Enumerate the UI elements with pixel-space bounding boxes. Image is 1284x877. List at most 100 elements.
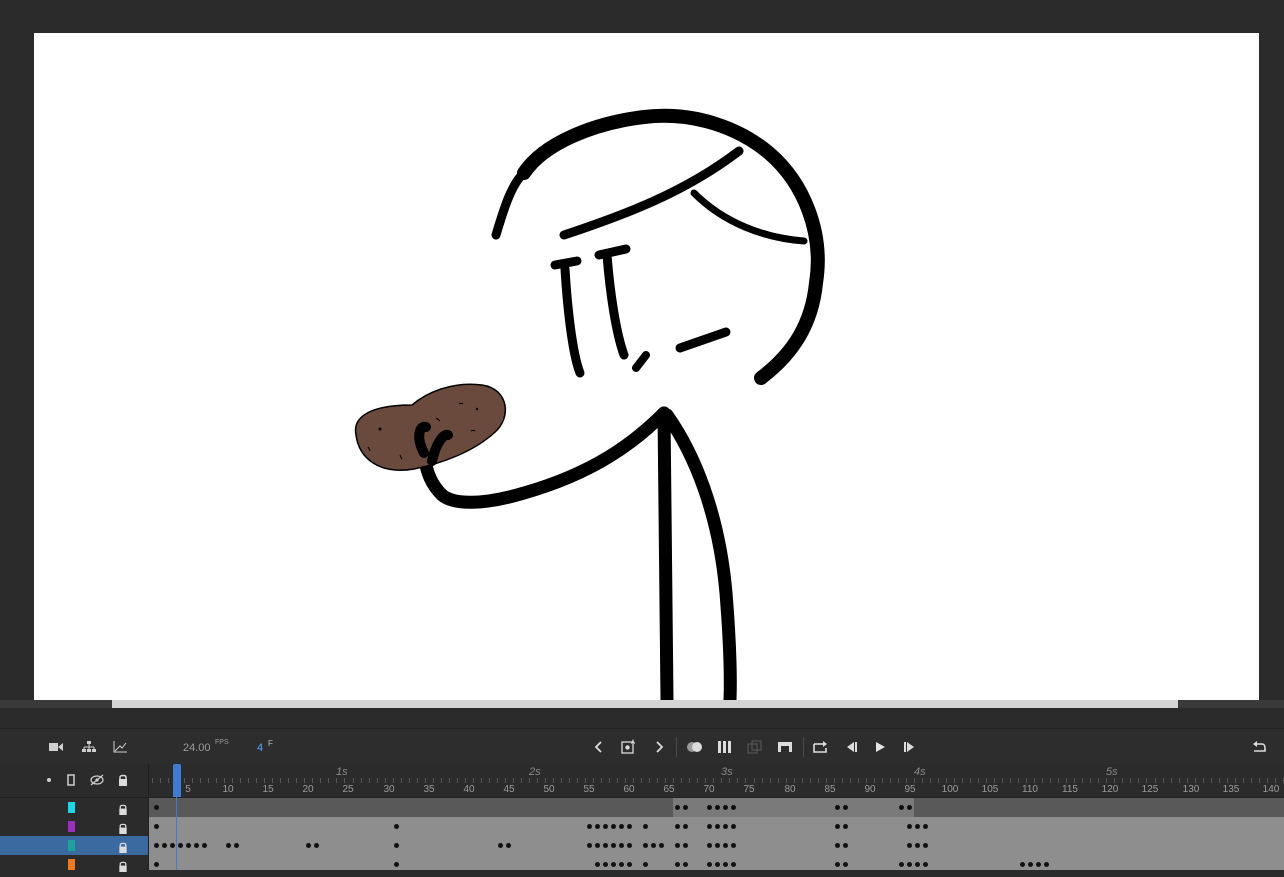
keyframe-dot[interactable] <box>731 862 736 867</box>
keyframe-dot[interactable] <box>843 805 848 810</box>
lock-icon[interactable] <box>118 802 128 815</box>
keyframe-dot[interactable] <box>226 843 231 848</box>
keyframe-dot[interactable] <box>186 843 191 848</box>
keyframe-dot[interactable] <box>611 862 616 867</box>
keyframe-dot[interactable] <box>715 805 720 810</box>
timeline-frames-area[interactable]: 5 10 15 20 25 30 35 40 45 50 55 60 65 70 75 80 85 90 95 100… <box>149 764 1284 870</box>
play-icon[interactable] <box>871 738 889 756</box>
keyframe-dot[interactable] <box>162 843 167 848</box>
lock-all-layers-icon[interactable] <box>116 773 130 787</box>
keyframe-dot[interactable] <box>595 862 600 867</box>
undo-icon[interactable] <box>1250 738 1268 756</box>
keyframe-dot[interactable] <box>915 824 920 829</box>
keyframe-dot[interactable] <box>603 843 608 848</box>
scrollbar-thumb[interactable] <box>112 700 1178 708</box>
keyframe-dot[interactable] <box>683 805 688 810</box>
hide-all-layers-icon[interactable] <box>90 773 104 787</box>
keyframe-dot[interactable] <box>907 843 912 848</box>
lock-icon[interactable] <box>118 859 128 872</box>
keyframe-dot[interactable] <box>923 843 928 848</box>
layer-track[interactable] <box>149 798 1284 818</box>
onion-skin-outline-icon[interactable] <box>716 738 734 756</box>
layer-color-swatch[interactable] <box>68 859 75 870</box>
stage-canvas[interactable] <box>34 33 1259 700</box>
keyframe-dot[interactable] <box>683 824 688 829</box>
current-frame-value[interactable]: 4 <box>257 742 263 754</box>
keyframe-dot[interactable] <box>715 862 720 867</box>
keyframe-dot[interactable] <box>731 805 736 810</box>
keyframe-dot[interactable] <box>731 843 736 848</box>
layer-track[interactable] <box>149 855 1284 870</box>
layer-row[interactable] <box>0 836 148 855</box>
keyframe-dot[interactable] <box>234 843 239 848</box>
keyframe-dot[interactable] <box>723 843 728 848</box>
graph-icon[interactable] <box>111 738 129 756</box>
keyframe-dot[interactable] <box>723 805 728 810</box>
keyframe-dot[interactable] <box>202 843 207 848</box>
camera-icon[interactable] <box>47 738 65 756</box>
keyframe-dot[interactable] <box>843 843 848 848</box>
insert-keyframe-icon[interactable]: A <box>620 738 638 756</box>
keyframe-dot[interactable] <box>619 843 624 848</box>
keyframe-dot[interactable] <box>154 843 159 848</box>
layer-track[interactable] <box>149 836 1284 856</box>
keyframe-dot[interactable] <box>707 862 712 867</box>
stage-horizontal-scrollbar[interactable] <box>0 700 1284 708</box>
keyframe-dot[interactable] <box>731 824 736 829</box>
layer-row[interactable] <box>0 798 148 817</box>
frame-range-icon[interactable] <box>776 738 794 756</box>
keyframe-dot[interactable] <box>659 843 664 848</box>
keyframe-dot[interactable] <box>394 862 399 867</box>
layer-color-swatch[interactable] <box>68 821 75 832</box>
keyframe-dot[interactable] <box>314 843 319 848</box>
layer-parenting-icon[interactable] <box>80 738 98 756</box>
keyframe-dot[interactable] <box>675 843 680 848</box>
keyframe-dot[interactable] <box>915 843 920 848</box>
prev-keyframe-icon[interactable] <box>590 738 608 756</box>
layer-track[interactable] <box>149 817 1284 837</box>
keyframe-dot[interactable] <box>907 824 912 829</box>
keyframe-dot[interactable] <box>506 843 511 848</box>
keyframe-dot[interactable] <box>1028 862 1033 867</box>
keyframe-dot[interactable] <box>675 862 680 867</box>
keyframe-dot[interactable] <box>835 843 840 848</box>
keyframe-dot[interactable] <box>178 843 183 848</box>
keyframe-dot[interactable] <box>627 824 632 829</box>
keyframe-dot[interactable] <box>923 824 928 829</box>
keyframe-dot[interactable] <box>707 843 712 848</box>
keyframe-dot[interactable] <box>170 843 175 848</box>
keyframe-dot[interactable] <box>715 824 720 829</box>
keyframe-dot[interactable] <box>907 805 912 810</box>
edit-multiple-frames-icon[interactable] <box>746 738 764 756</box>
layer-row[interactable] <box>0 817 148 836</box>
keyframe-dot[interactable] <box>923 862 928 867</box>
keyframe-dot[interactable] <box>915 862 920 867</box>
keyframe-dot[interactable] <box>651 843 656 848</box>
next-keyframe-icon[interactable] <box>650 738 668 756</box>
keyframe-dot[interactable] <box>707 824 712 829</box>
lock-icon[interactable] <box>118 821 128 834</box>
keyframe-dot[interactable] <box>498 843 503 848</box>
keyframe-dot[interactable] <box>595 824 600 829</box>
keyframe-dot[interactable] <box>643 843 648 848</box>
timeline-ruler[interactable]: 5 10 15 20 25 30 35 40 45 50 55 60 65 70 75 80 85 90 95 100… <box>149 764 1284 798</box>
keyframe-dot[interactable] <box>835 805 840 810</box>
keyframe-dot[interactable] <box>835 824 840 829</box>
loop-icon[interactable] <box>812 738 830 756</box>
keyframe-dot[interactable] <box>603 824 608 829</box>
keyframe-dot[interactable] <box>154 862 159 867</box>
keyframe-dot[interactable] <box>683 862 688 867</box>
stage-area[interactable] <box>0 0 1284 700</box>
keyframe-dot[interactable] <box>899 805 904 810</box>
keyframe-dot[interactable] <box>707 805 712 810</box>
keyframe-dot[interactable] <box>899 862 904 867</box>
onion-skin-icon[interactable] <box>686 738 704 756</box>
keyframe-dot[interactable] <box>627 843 632 848</box>
keyframe-dot[interactable] <box>603 862 608 867</box>
keyframe-dot[interactable] <box>306 843 311 848</box>
keyframe-dot[interactable] <box>715 843 720 848</box>
keyframe-dot[interactable] <box>1020 862 1025 867</box>
keyframe-dot[interactable] <box>907 862 912 867</box>
dot-icon[interactable] <box>42 773 56 787</box>
step-forward-icon[interactable] <box>901 738 919 756</box>
